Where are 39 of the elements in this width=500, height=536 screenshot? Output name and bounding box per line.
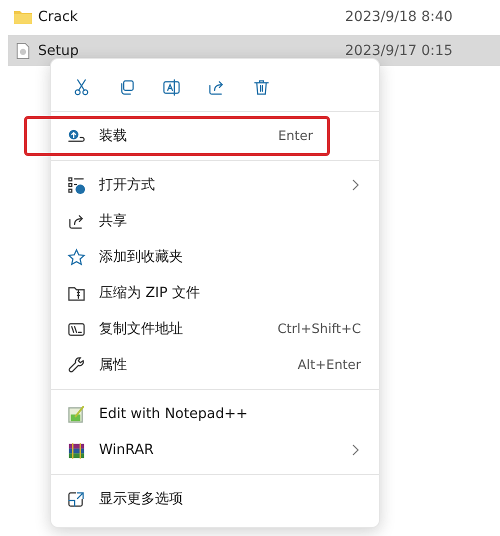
trash-icon [252, 78, 270, 96]
file-date: 2023/9/18 8:40 [345, 8, 454, 24]
menu-item[interactable]: 复制文件地址 Ctrl+Shift+C [51, 311, 379, 347]
winrar-icon [67, 440, 86, 460]
menu-item[interactable]: 压缩为 ZIP 文件 [51, 275, 379, 311]
rename-icon [162, 78, 180, 96]
menu-item[interactable]: WinRAR [51, 432, 379, 468]
menu-item[interactable]: 添加到收藏夹 [51, 239, 379, 275]
menu-item[interactable]: 属性 Alt+Enter [51, 347, 379, 383]
folder-icon [14, 8, 32, 24]
menu-item-label: WinRAR [99, 442, 155, 458]
wrench-icon [67, 356, 86, 374]
notepad-icon [67, 404, 86, 424]
shortcut-text: Ctrl+Shift+C [277, 322, 361, 336]
menu-item-label: 共享 [99, 212, 128, 230]
menu-item-label: 装载 [99, 127, 128, 145]
menu-item-label: 复制文件地址 [99, 320, 184, 338]
file-name: Crack [38, 8, 79, 24]
menu-item[interactable]: Edit with Notepad++ [51, 396, 379, 432]
menu-item-label: 属性 [99, 356, 128, 374]
menu-item[interactable]: 显示更多选项 [51, 481, 379, 517]
shortcut-text: Enter [278, 128, 313, 144]
menu-item-label: 压缩为 ZIP 文件 [99, 284, 202, 302]
menu-item-label: 添加到收藏夹 [99, 248, 184, 266]
open-with-icon [67, 176, 86, 194]
file-date: 2023/9/17 0:15 [345, 42, 454, 58]
more-icon [67, 490, 86, 508]
file-icon [14, 42, 32, 58]
menu-item[interactable]: 装载 Enter [51, 118, 379, 154]
menu-item[interactable]: 共享 [51, 203, 379, 239]
file-name: Setup [38, 42, 80, 58]
shortcut-text: Alt+Enter [298, 358, 361, 372]
menu-item-label: 显示更多选项 [99, 490, 184, 508]
star-icon [67, 248, 86, 266]
file-row[interactable]: Crack 2023/9/18 8:40 [8, 1, 500, 32]
menu-item-label: Edit with Notepad++ [99, 406, 249, 422]
menu-item-label: 打开方式 [99, 176, 156, 194]
scissors-icon [72, 78, 90, 96]
menu-item[interactable]: 打开方式 [51, 167, 379, 203]
